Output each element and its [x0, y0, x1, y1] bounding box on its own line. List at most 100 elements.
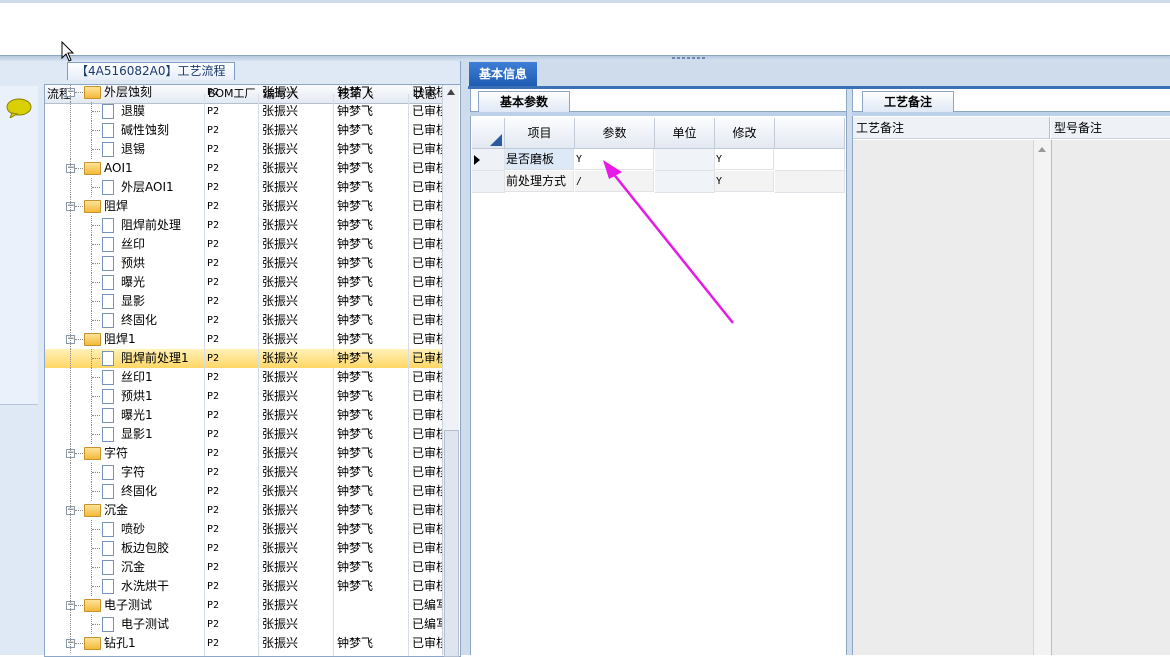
tree-connector: [92, 567, 100, 568]
params-corner-header: [472, 118, 505, 149]
tree-node-label: 丝印1: [121, 370, 153, 384]
param-unit-cell[interactable]: [655, 149, 715, 171]
tree-row[interactable]: 曝光1 P2 张振兴 钟梦飞 已审核: [45, 406, 445, 425]
folder-icon: [84, 599, 101, 612]
scroll-thumb[interactable]: [444, 430, 459, 657]
tree-vertical-scrollbar[interactable]: [442, 85, 459, 657]
param-modify-cell[interactable]: Y: [715, 149, 774, 170]
tree-row[interactable]: 预烘 P2 张振兴 钟梦飞 已审核: [45, 254, 445, 273]
tree-row[interactable]: 外层AOI1 P2 张振兴 钟梦飞 已审核: [45, 178, 445, 197]
tree-row[interactable]: −钻孔1P2张振兴钟梦飞已审核: [45, 634, 445, 653]
reviewer-cell: 钟梦飞: [337, 427, 374, 441]
status-cell: 已审核: [412, 332, 444, 346]
tree-row[interactable]: −电子测试P2张振兴已编写: [45, 596, 445, 615]
bom-factory-cell: P2: [207, 448, 220, 459]
tree-row[interactable]: 碱性蚀刻 P2 张振兴 钟梦飞 已审核: [45, 121, 445, 140]
tree-row[interactable]: 退锡 P2 张振兴 钟梦飞 已审核: [45, 140, 445, 159]
column-header-param[interactable]: 参数: [575, 118, 655, 149]
column-header-unit[interactable]: 单位: [655, 118, 715, 149]
scroll-up-arrow-icon[interactable]: [1038, 147, 1046, 152]
tree-row[interactable]: −字符P2张振兴钟梦飞已审核: [45, 444, 445, 463]
reviewer-cell: 钟梦飞: [337, 579, 374, 593]
tree-row[interactable]: 预烘1 P2 张振兴 钟梦飞 已审核: [45, 387, 445, 406]
status-cell: 已审核: [412, 484, 444, 498]
writer-cell: 张振兴: [262, 161, 299, 175]
document-icon: [102, 541, 114, 556]
tree-row[interactable]: −阻焊1P2张振兴钟梦飞已审核: [45, 330, 445, 349]
bom-factory-cell: P2: [207, 163, 220, 174]
process-notes-scrollbar[interactable]: [1033, 140, 1051, 655]
tree-row[interactable]: 终固化 P2 张振兴 钟梦飞 已审核: [45, 311, 445, 330]
tree-row[interactable]: 板边包胶 P2 张振兴 钟梦飞 已审核: [45, 539, 445, 558]
writer-cell: 张振兴: [262, 541, 299, 555]
document-icon: [102, 370, 114, 385]
tree-row[interactable]: 沉金 P2 张振兴 钟梦飞 已审核: [45, 558, 445, 577]
reviewer-cell: 钟梦飞: [337, 446, 374, 460]
tree-row[interactable]: 字符 P2 张振兴 钟梦飞 已审核: [45, 463, 445, 482]
tree-node-label: 字符: [121, 465, 146, 479]
bom-factory-cell: P2: [207, 543, 220, 554]
tab-basic-params[interactable]: 基本参数: [478, 91, 570, 112]
tree-connector: [70, 102, 71, 121]
tree-connector: [70, 634, 71, 653]
column-divider: [333, 94, 334, 656]
document-icon: [102, 579, 114, 594]
process-notes-textarea[interactable]: [853, 140, 1033, 655]
param-value-cell[interactable]: Y: [575, 149, 654, 170]
column-header-modify[interactable]: 修改: [715, 118, 775, 149]
tree-row[interactable]: 退膜 P2 张振兴 钟梦飞 已审核: [45, 102, 445, 121]
tree-row[interactable]: 终固化 P2 张振兴 钟梦飞 已审核: [45, 482, 445, 501]
process-tree-grid[interactable]: 流程 BOM工厂 编写人 核审人 状态 −外层蚀刻P2张振兴钟梦飞已审核退膜P2…: [44, 84, 461, 657]
reviewer-cell: 钟梦飞: [337, 370, 374, 384]
tree-row[interactable]: −沉金P2张振兴钟梦飞已审核: [45, 501, 445, 520]
tree-row[interactable]: 显影 P2 张振兴 钟梦飞 已审核: [45, 292, 445, 311]
param-value-cell[interactable]: /: [575, 171, 654, 192]
model-notes-textarea[interactable]: [1051, 140, 1170, 655]
tree-row[interactable]: 丝印1 P2 张振兴 钟梦飞 已审核: [45, 368, 445, 387]
tree-row[interactable]: −阻焊P2张振兴钟梦飞已审核: [45, 197, 445, 216]
param-unit-cell[interactable]: [655, 171, 715, 193]
tree-row[interactable]: 阻焊前处理1 P2 张振兴 钟梦飞 已审核: [45, 349, 445, 368]
params-row[interactable]: 前处理方式 / Y: [472, 171, 845, 193]
tree-row[interactable]: 电子测试 P2 张振兴 已编写: [45, 615, 445, 634]
document-icon: [102, 256, 114, 271]
tree-row[interactable]: 喷砂 P2 张振兴 钟梦飞 已审核: [45, 520, 445, 539]
grip-dot: [672, 57, 675, 59]
chat-button[interactable]: [0, 86, 38, 405]
tree-connector: [92, 586, 100, 587]
column-header-item[interactable]: 项目: [505, 118, 575, 149]
tree-connector: [92, 263, 100, 264]
tab-process-notes[interactable]: 工艺备注: [862, 91, 954, 112]
bom-factory-cell: P2: [207, 505, 220, 516]
param-item-cell[interactable]: 是否磨板: [505, 149, 574, 170]
tree-connector: [75, 339, 83, 340]
tree-row[interactable]: 曝光 P2 张振兴 钟梦飞 已审核: [45, 273, 445, 292]
reviewer-cell: 钟梦飞: [337, 465, 374, 479]
tree-row[interactable]: 显影1 P2 张振兴 钟梦飞 已审核: [45, 425, 445, 444]
tree-row[interactable]: −AOI1P2张振兴钟梦飞已审核: [45, 159, 445, 178]
tab-basic-info[interactable]: 基本信息: [469, 62, 537, 86]
reviewer-cell: 钟梦飞: [337, 104, 374, 118]
chat-bubble-icon[interactable]: [6, 98, 32, 118]
bom-factory-cell: P2: [207, 258, 220, 269]
tree-connector: [75, 453, 83, 454]
param-item-cell[interactable]: 前处理方式: [505, 171, 574, 192]
tree-row[interactable]: 丝印 P2 张振兴 钟梦飞 已审核: [45, 235, 445, 254]
tree-connector: [70, 178, 71, 197]
writer-cell: 张振兴: [262, 560, 299, 574]
tree-row[interactable]: −外层蚀刻P2张振兴钟梦飞已审核: [45, 85, 445, 102]
params-row[interactable]: 是否磨板 Y Y: [472, 149, 845, 171]
tree-connector: [70, 121, 71, 140]
row-indicator: [472, 149, 505, 171]
folder-icon: [84, 504, 101, 517]
tree-row[interactable]: 阻焊前处理 P2 张振兴 钟梦飞 已审核: [45, 216, 445, 235]
tree-node-label: 外层AOI1: [121, 180, 174, 194]
params-grid[interactable]: 项目 参数 单位 修改 是否磨板 Y Y 前处理方式 / Y: [472, 118, 845, 655]
bom-factory-cell: P2: [207, 429, 220, 440]
scroll-up-arrow-icon[interactable]: [447, 89, 455, 95]
tree-row[interactable]: 水洗烘干 P2 张振兴 钟梦飞 已审核: [45, 577, 445, 596]
tree-connector: [70, 349, 71, 368]
param-modify-cell[interactable]: Y: [715, 171, 774, 192]
status-cell: 已审核: [412, 123, 444, 137]
reviewer-cell: 钟梦飞: [337, 541, 374, 555]
